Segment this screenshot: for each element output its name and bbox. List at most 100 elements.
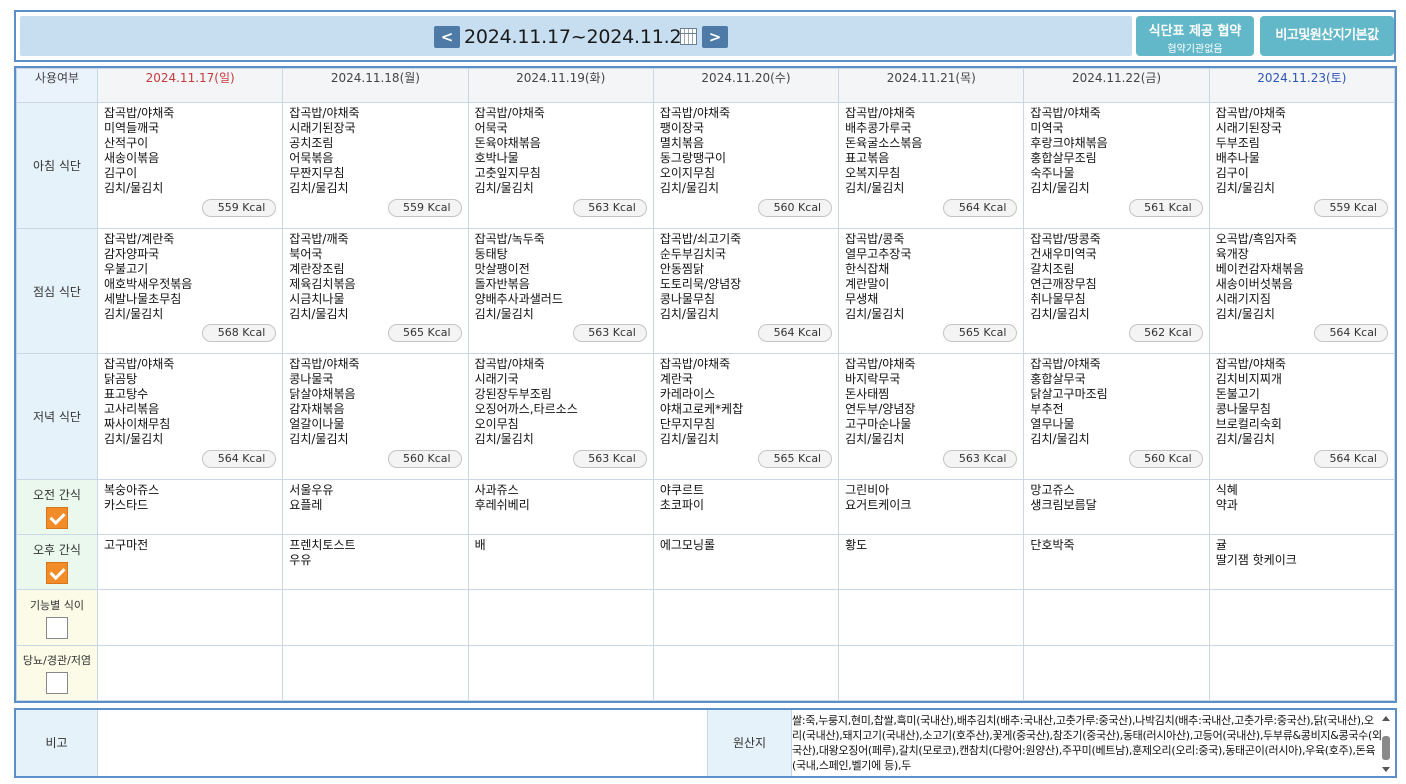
special-cell[interactable]: [96, 589, 284, 646]
menu-items: 잡곡밥/쇠고기죽 순두부김치국 안동찜닭 도토리묵/양념장 콩나물무침 김치/물김치: [654, 229, 838, 325]
snack-cell[interactable]: 복숭아쥬스 카스타드: [96, 478, 284, 536]
special-cell[interactable]: [652, 589, 840, 646]
menu-items: 오곡밥/흑임자죽 육개장 베이컨감자채볶음 새송이버섯볶음 시래기지짐 김치/물김치: [1210, 229, 1394, 325]
snack-items: 망고쥬스 생크림보름달: [1024, 480, 1208, 516]
special-cell[interactable]: [838, 589, 1025, 646]
snack-cell[interactable]: 배: [467, 534, 654, 591]
meal-cell[interactable]: 잡곡밥/녹두죽 동태탕 맛살팽이전 돌자반볶음 양배추사과샐러드 김치/물김치 563 Kc…: [467, 227, 654, 355]
special-cell[interactable]: [1208, 644, 1396, 702]
snack-item: 카스타드: [104, 497, 149, 512]
snack-cell[interactable]: 에그모닝롤: [652, 534, 840, 591]
use-checkbox[interactable]: [46, 616, 68, 639]
special-cell[interactable]: [838, 644, 1025, 702]
menu-item: 연두부/양념장: [845, 402, 916, 417]
meal-cell[interactable]: 잡곡밥/야채죽 배추콩가루국 돈육굴소스볶음 표고볶음 오복지무침 김치/물김치 564 K…: [838, 102, 1025, 229]
use-checkbox[interactable]: [46, 506, 68, 529]
snack-items: 복숭아쥬스 카스타드: [98, 480, 282, 516]
calendar-icon[interactable]: [680, 28, 697, 45]
meal-cell[interactable]: 잡곡밥/야채죽 어묵국 돈육야채볶음 호박나물 고춧잎지무침 김치/물김치 563 Kcal: [467, 102, 654, 229]
snack-cell[interactable]: 그린비아 요거트케이크: [838, 478, 1025, 536]
snack-cell[interactable]: 고구마전: [96, 534, 284, 591]
prev-week-button[interactable]: <: [434, 26, 460, 48]
meal-cell[interactable]: 잡곡밥/야채죽 시래기된장국 공치조림 어묵볶음 무짠지무침 김치/물김치 559 Kcal: [282, 102, 469, 229]
menu-item: 표고탕수: [104, 387, 149, 402]
meal-cell[interactable]: 잡곡밥/콩죽 열무고추장국 한식잡채 계란말이 무생채 김치/물김치 565 Kcal: [838, 227, 1025, 355]
meal-cell[interactable]: 잡곡밥/야채죽 미역국 후랑크야채볶음 홍합살무조림 숙주나물 김치/물김치 561 Kca…: [1023, 102, 1210, 229]
menu-item: 배추콩가루국: [845, 121, 912, 136]
snack-cell[interactable]: 황도: [838, 534, 1025, 591]
menu-item: 순두부김치국: [659, 246, 727, 261]
menu-items: 잡곡밥/야채죽 홍합살무국 닭살고구마조림 부추전 열무나물 김치/물김치: [1024, 354, 1208, 450]
special-cell[interactable]: [1023, 589, 1210, 646]
origin-scrollbar[interactable]: [1381, 716, 1391, 772]
special-diet-row: 당뇨/경관/저염: [16, 644, 1396, 702]
special-cell[interactable]: [467, 589, 654, 646]
menu-items: 잡곡밥/야채죽 팽이장국 멸치볶음 동그랑땡구이 오이지무침 김치/물김치: [654, 103, 838, 199]
special-cell[interactable]: [652, 644, 840, 702]
snack-item: 딸기잼 핫케이크: [1215, 553, 1297, 568]
menu-item: 북어국: [289, 246, 323, 261]
special-cell[interactable]: [96, 644, 284, 702]
kcal-badge: 565 Kcal: [943, 324, 1018, 343]
kcal-badge: 560 Kcal: [1128, 449, 1203, 468]
special-cell[interactable]: [1208, 589, 1396, 646]
special-cell[interactable]: [282, 589, 469, 646]
kcal-badge: 559 Kcal: [387, 198, 462, 217]
meal-cell[interactable]: 잡곡밥/쇠고기죽 순두부김치국 안동찜닭 도토리묵/양념장 콩나물무침 김치/물김치 564…: [652, 227, 840, 355]
meal-cell[interactable]: 잡곡밥/야채죽 팽이장국 멸치볶음 동그랑땡구이 오이지무침 김치/물김치 560 Kcal: [652, 102, 840, 229]
snack-cell[interactable]: 프렌치토스트 우유: [282, 534, 469, 591]
origin-textarea[interactable]: 쌀:죽,누룽지,현미,찹쌀,흑미(국내산),배추김치(배추:국내산,고춧가루:중…: [792, 712, 1382, 774]
meal-cell[interactable]: 잡곡밥/야채죽 미역들깨국 산적구이 새송이볶음 김구이 김치/물김치 559 Kcal: [96, 102, 284, 229]
meal-cell[interactable]: 오곡밥/흑임자죽 육개장 베이컨감자채볶음 새송이버섯볶음 시래기지짐 김치/물김치 564…: [1208, 227, 1396, 355]
meal-cell[interactable]: 잡곡밥/야채죽 김치비지찌개 돈불고기 콩나물무침 브로컬리숙회 김치/물김치 564 Kc…: [1208, 353, 1396, 480]
meal-cell[interactable]: 잡곡밥/야채죽 시래기된장국 두부조림 배추나물 김구이 김치/물김치 559 Kcal: [1208, 102, 1396, 229]
snack-cell[interactable]: 사과쥬스 후레쉬베리: [467, 478, 654, 536]
use-checkbox[interactable]: [46, 671, 68, 694]
snack-cell[interactable]: 야쿠르트 초코파이: [652, 478, 840, 536]
kcal-badge: 562 Kcal: [1128, 324, 1203, 343]
menu-item: 계란국: [659, 372, 693, 387]
note-origin-default-button[interactable]: 비고및원산지기본값: [1260, 16, 1394, 56]
next-week-button[interactable]: >: [702, 26, 728, 48]
snack-cell[interactable]: 귤 딸기잼 핫케이크: [1208, 534, 1396, 591]
scroll-up-icon[interactable]: [1382, 716, 1390, 721]
meal-cell[interactable]: 잡곡밥/깨죽 북어국 계란장조림 제육김치볶음 시금치나물 김치/물김치 565 Kcal: [282, 227, 469, 355]
snack-cell[interactable]: 망고쥬스 생크림보름달: [1023, 478, 1210, 536]
special-cell[interactable]: [282, 644, 469, 702]
day-header: 2024.11.20(수): [652, 67, 840, 104]
snack-item: 요거트케이크: [845, 497, 912, 512]
kcal-badge: 563 Kcal: [572, 324, 647, 343]
menu-item: 잡곡밥/콩죽: [845, 231, 905, 246]
snack-cell[interactable]: 단호박죽: [1023, 534, 1210, 591]
note-field[interactable]: [98, 710, 708, 776]
snack-item: 프렌치토스트: [289, 538, 356, 553]
meal-cell[interactable]: 잡곡밥/땅콩죽 건새우미역국 갈치조림 연근깨장무침 취나물무침 김치/물김치 562 Kc…: [1023, 227, 1210, 355]
menu-item: 두부조림: [1215, 136, 1260, 151]
meal-cell[interactable]: 잡곡밥/야채죽 바지락무국 돈사태찜 연두부/양념장 고구마순나물 김치/물김치 563 K…: [838, 353, 1025, 480]
meal-cell[interactable]: 잡곡밥/야채죽 닭곰탕 표고탕수 고사리볶음 짜사이채무침 김치/물김치 564 Kcal: [96, 353, 284, 480]
snack-item: 우유: [289, 553, 312, 568]
scroll-thumb[interactable]: [1382, 736, 1390, 760]
menu-item: 안동찜닭: [659, 261, 705, 276]
menu-item: 잡곡밥/야채죽: [659, 106, 731, 121]
snack-cell[interactable]: 서울우유 요플레: [282, 478, 469, 536]
menu-item: 후랑크야채볶음: [1030, 136, 1108, 151]
meal-cell[interactable]: 잡곡밥/야채죽 콩나물국 닭살야채볶음 감자채볶음 얼갈이나물 김치/물김치 560 Kca…: [282, 353, 469, 480]
meal-cell[interactable]: 잡곡밥/계란죽 감자양파국 우불고기 애호박새우젓볶음 세발나물초무침 김치/물김치 568…: [96, 227, 284, 355]
menu-item: 동그랑땡구이: [659, 151, 727, 166]
menu-item: 김치/물김치: [1030, 181, 1090, 196]
special-cell[interactable]: [467, 644, 654, 702]
menu-item: 김치/물김치: [474, 306, 534, 321]
scroll-down-icon[interactable]: [1382, 767, 1390, 772]
menu-item: 브로컬리숙회: [1215, 417, 1282, 432]
meal-cell[interactable]: 잡곡밥/야채죽 홍합살무국 닭살고구마조림 부추전 열무나물 김치/물김치 560 Kcal: [1023, 353, 1210, 480]
special-cell[interactable]: [1023, 644, 1210, 702]
meal-cell[interactable]: 잡곡밥/야채죽 계란국 카레라이스 야채고로케*케찹 단무지무침 김치/물김치 565 Kc…: [652, 353, 840, 480]
use-checkbox[interactable]: [46, 561, 68, 584]
snack-cell[interactable]: 식혜 약과: [1208, 478, 1396, 536]
kcal-badge: 564 Kcal: [758, 324, 833, 343]
menu-agreement-button[interactable]: 식단표 제공 협약 협약기관없음: [1136, 16, 1254, 56]
menu-item: 새송이볶음: [104, 151, 160, 166]
meal-cell[interactable]: 잡곡밥/야채죽 시래기국 강된장두부조림 오징어까스,타르소스 오이무침 김치/물김치 56…: [467, 353, 654, 480]
menu-items: 잡곡밥/야채죽 어묵국 돈육야채볶음 호박나물 고춧잎지무침 김치/물김치: [469, 103, 653, 199]
